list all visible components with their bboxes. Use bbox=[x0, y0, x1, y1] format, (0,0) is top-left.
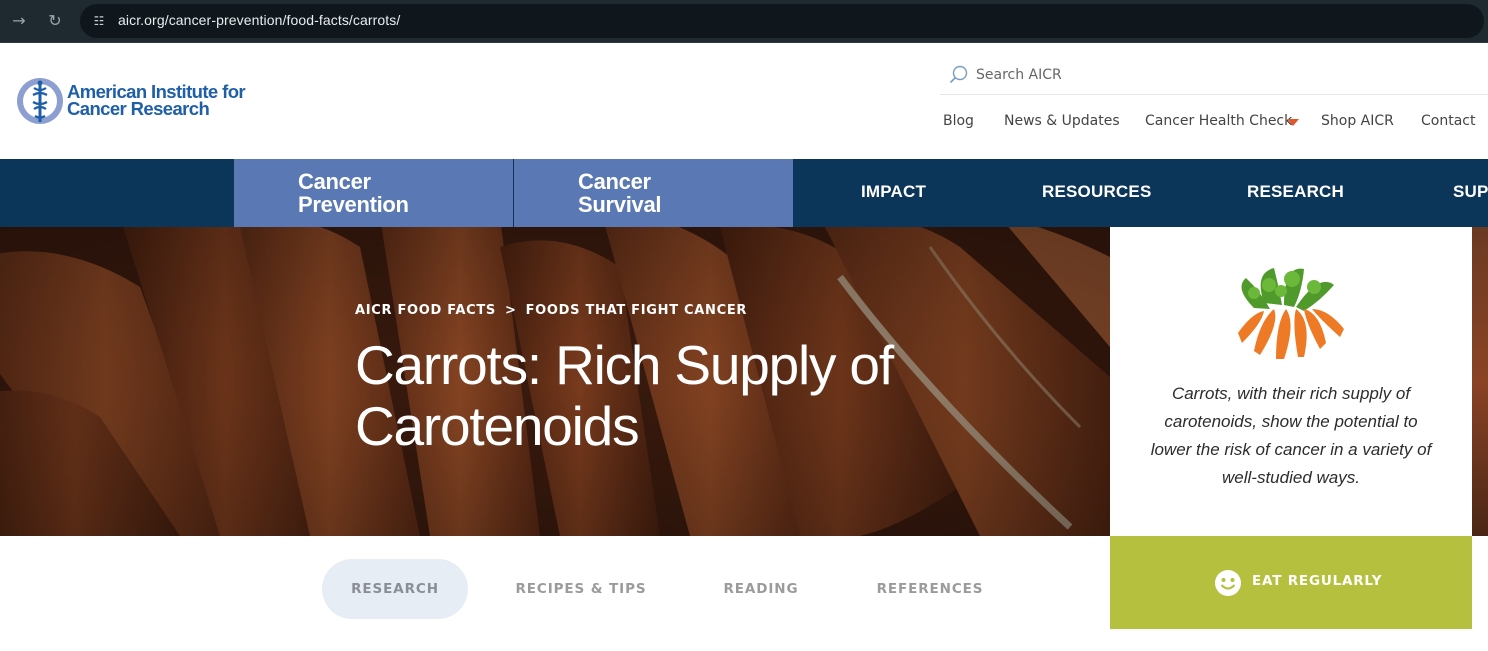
reload-icon[interactable]: ↻ bbox=[42, 8, 68, 34]
search-bar bbox=[940, 57, 1488, 95]
tab-label: Cancer Survival bbox=[578, 169, 662, 217]
eat-regularly-label: EAT REGULARLY bbox=[1252, 573, 1383, 589]
tab-reading[interactable]: READING bbox=[700, 559, 822, 619]
logo-text: American Institute for Cancer Research bbox=[67, 82, 246, 119]
url-text[interactable]: aicr.org/cancer-prevention/food-facts/ca… bbox=[118, 12, 400, 28]
search-input[interactable] bbox=[976, 63, 1456, 87]
caret-down-icon[interactable] bbox=[1287, 119, 1299, 126]
smile-icon bbox=[1215, 570, 1241, 596]
caduceus-logo-icon bbox=[17, 78, 63, 124]
browser-toolbar: → ↻ ☷ aicr.org/cancer-prevention/food-fa… bbox=[0, 0, 1488, 43]
nav-link-resources[interactable]: RESOURCES bbox=[1042, 182, 1152, 202]
tab-label-line: Cancer bbox=[578, 169, 651, 194]
hero-image-edge bbox=[1472, 227, 1488, 536]
tab-label-line: Cancer bbox=[298, 169, 371, 194]
hero-banner: AICR FOOD FACTS > FOODS THAT FIGHT CANCER … bbox=[0, 227, 1110, 536]
breadcrumb: AICR FOOD FACTS > FOODS THAT FIGHT CANCER bbox=[355, 303, 747, 318]
arrow-right-icon[interactable]: → bbox=[6, 8, 32, 34]
nav-link-impact[interactable]: IMPACT bbox=[861, 182, 926, 202]
util-link-news[interactable]: News & Updates bbox=[1004, 113, 1120, 129]
tab-label: Cancer Prevention bbox=[298, 170, 409, 216]
tab-cancer-survival[interactable]: Cancer Survival bbox=[514, 159, 793, 227]
food-summary-text: Carrots, with their rich supply of carot… bbox=[1150, 384, 1432, 487]
page-title: Carrots: Rich Supply of Carotenoids bbox=[355, 334, 894, 457]
breadcrumb-separator: > bbox=[505, 303, 517, 318]
address-bar[interactable]: ☷ aicr.org/cancer-prevention/food-facts/… bbox=[80, 4, 1484, 38]
search-icon[interactable] bbox=[948, 63, 970, 85]
carrots-image bbox=[1238, 268, 1344, 359]
aicr-logo[interactable]: American Institute for Cancer Research bbox=[15, 76, 255, 128]
breadcrumb-link-foods-fight-cancer[interactable]: FOODS THAT FIGHT CANCER bbox=[526, 303, 748, 318]
eat-regularly-banner: EAT REGULARLY bbox=[1110, 536, 1472, 629]
tab-references[interactable]: REFERENCES bbox=[862, 559, 998, 619]
util-link-shop[interactable]: Shop AICR bbox=[1321, 113, 1394, 129]
logo-line-2: Cancer Research bbox=[67, 98, 210, 119]
util-link-cancer-health-check[interactable]: Cancer Health Check bbox=[1145, 113, 1292, 129]
site-header: American Institute for Cancer Research B… bbox=[0, 43, 1488, 159]
util-link-contact[interactable]: Contact bbox=[1421, 113, 1475, 129]
tab-research[interactable]: RESEARCH bbox=[322, 559, 468, 619]
tab-label-line: Prevention bbox=[298, 192, 409, 217]
nav-link-research[interactable]: RESEARCH bbox=[1247, 182, 1344, 202]
nav-link-support[interactable]: SUP bbox=[1453, 182, 1488, 202]
breadcrumb-link-food-facts[interactable]: AICR FOOD FACTS bbox=[355, 303, 496, 318]
section-tabs: RESEARCH RECIPES & TIPS READING REFERENC… bbox=[0, 536, 1110, 651]
tab-label-line: Survival bbox=[578, 192, 662, 217]
tab-recipes-tips[interactable]: RECIPES & TIPS bbox=[500, 559, 662, 619]
tab-cancer-prevention[interactable]: Cancer Prevention bbox=[234, 159, 513, 237]
food-summary-card: Carrots, with their rich supply of carot… bbox=[1110, 227, 1472, 536]
site-settings-icon[interactable]: ☷ bbox=[90, 12, 108, 30]
util-link-blog[interactable]: Blog bbox=[943, 113, 974, 129]
main-nav: Cancer Prevention Cancer Survival IMPACT… bbox=[0, 159, 1488, 237]
